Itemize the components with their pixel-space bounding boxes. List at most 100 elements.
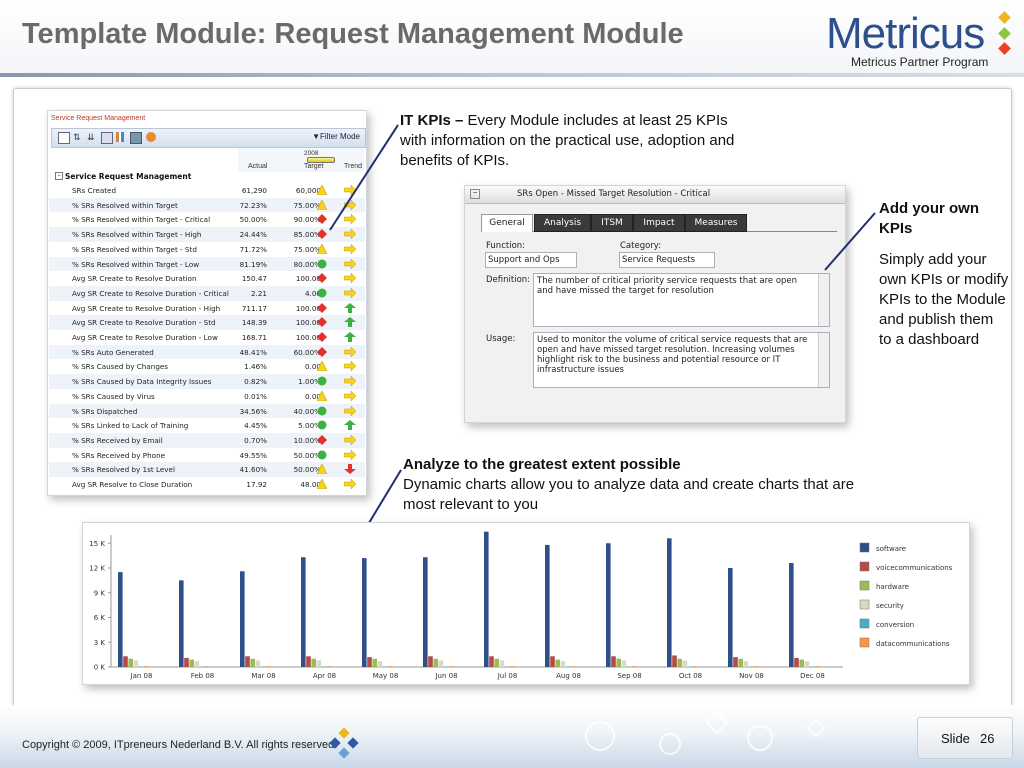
bar-datacommunications	[266, 666, 271, 667]
bar-datacommunications	[205, 666, 210, 667]
bar-hardware	[494, 658, 499, 667]
bar-voicecommunications	[733, 657, 738, 667]
bar-hardware	[189, 659, 194, 667]
bar-software	[789, 563, 794, 667]
bar-security	[682, 660, 688, 667]
bar-voicecommunications	[611, 656, 616, 667]
bar-security	[194, 661, 200, 667]
bar-hardware	[311, 658, 316, 667]
legend-swatch-hardware	[859, 580, 870, 591]
y-tick-label: 9 K	[94, 589, 106, 597]
x-tick-label: Aug 08	[556, 672, 581, 680]
bar-voicecommunications	[245, 656, 250, 667]
bar-datacommunications	[327, 666, 332, 667]
bar-conversion	[443, 666, 449, 668]
bar-hardware	[555, 659, 560, 667]
bar-software	[667, 538, 672, 667]
x-tick-label: Jun 08	[434, 672, 457, 680]
bar-software	[423, 557, 428, 667]
x-tick-label: Nov 08	[739, 672, 764, 680]
bar-software	[362, 558, 367, 667]
bar-software	[179, 580, 184, 667]
bar-datacommunications	[815, 666, 820, 667]
x-tick-label: Dec 08	[800, 672, 825, 680]
bar-voicecommunications	[306, 656, 311, 667]
x-tick-label: Apr 08	[313, 672, 336, 680]
legend-swatch-security	[859, 599, 870, 610]
bar-conversion	[748, 666, 754, 668]
y-tick-label: 6 K	[94, 614, 106, 622]
bar-hardware	[433, 658, 438, 667]
legend-swatch-voicecommunications	[859, 561, 870, 572]
legend-label-voicecommunications: voicecommunications	[876, 564, 953, 572]
bar-security	[499, 660, 505, 667]
x-tick-label: May 08	[373, 672, 399, 680]
bar-software	[728, 568, 733, 667]
bar-security	[621, 660, 627, 667]
x-tick-label: Mar 08	[251, 672, 275, 680]
bar-conversion	[504, 666, 510, 668]
bar-hardware	[738, 658, 743, 667]
x-tick-label: Jan 08	[130, 672, 153, 680]
bar-software	[118, 572, 123, 667]
bar-voicecommunications	[184, 657, 189, 667]
bar-datacommunications	[449, 666, 454, 667]
bar-hardware	[677, 658, 682, 667]
bar-datacommunications	[144, 666, 149, 667]
bar-voicecommunications	[489, 656, 494, 667]
bar-datacommunications	[571, 666, 576, 667]
bar-security	[133, 660, 139, 667]
bar-hardware	[799, 659, 804, 667]
bar-security	[438, 660, 444, 667]
bar-security	[804, 661, 810, 667]
legend-label-software: software	[876, 545, 906, 553]
slide-number: 26	[980, 731, 995, 746]
x-tick-label: Oct 08	[679, 672, 702, 680]
bar-voicecommunications	[794, 657, 799, 667]
bar-hardware	[128, 658, 133, 667]
monthly-bar-chart: 0 K 3 K 6 K 9 K 12 K 15 K Jan 08 Feb 08 Mar 08 Ap…	[89, 531, 953, 680]
bar-software	[606, 543, 611, 667]
legend-label-hardware: hardware	[876, 583, 909, 591]
legend-swatch-software	[859, 542, 870, 553]
bar-datacommunications	[510, 666, 515, 667]
itpreneurs-logo-icon	[329, 727, 359, 759]
bar-software	[301, 557, 306, 667]
bar-voicecommunications	[428, 656, 433, 667]
bar-voicecommunications	[550, 656, 555, 667]
bar-datacommunications	[632, 666, 637, 667]
bar-software	[240, 571, 245, 667]
bar-voicecommunications	[672, 655, 677, 667]
slide-number-box: Slide 26	[917, 717, 1013, 759]
bar-conversion	[809, 666, 815, 668]
legend-label-datacommunications: datacommunications	[876, 640, 950, 648]
bar-conversion	[687, 666, 693, 668]
bar-conversion	[138, 666, 144, 668]
y-tick-label: 12 K	[89, 565, 105, 573]
bar-software	[484, 531, 489, 667]
bar-conversion	[199, 666, 205, 668]
footer-decoration	[585, 711, 826, 755]
bar-security	[560, 661, 566, 667]
bar-security	[255, 660, 261, 667]
bar-conversion	[565, 666, 571, 668]
bar-hardware	[616, 658, 621, 667]
bar-security	[316, 660, 322, 667]
copyright-text: Copyright © 2009, ITpreneurs Nederland B…	[22, 739, 338, 751]
bar-conversion	[260, 666, 266, 668]
bar-security	[377, 661, 383, 667]
bar-datacommunications	[693, 666, 698, 667]
kpi-callout-line	[329, 124, 399, 231]
bar-conversion	[382, 666, 388, 668]
legend-swatch-conversion	[859, 618, 870, 629]
x-tick-label: Jul 08	[497, 672, 518, 680]
bar-voicecommunications	[367, 657, 372, 667]
bar-conversion	[321, 666, 327, 668]
legend-swatch-datacommunications	[859, 637, 870, 648]
y-tick-label: 0 K	[94, 664, 106, 672]
x-tick-label: Feb 08	[191, 672, 215, 680]
add-kpi-callout-line	[824, 212, 876, 271]
legend-label-conversion: conversion	[876, 621, 914, 629]
y-tick-label: 3 K	[94, 639, 106, 647]
chart-panel: 0 K 3 K 6 K 9 K 12 K 15 K Jan 08 Feb 08 Mar 08 Ap…	[82, 522, 970, 685]
